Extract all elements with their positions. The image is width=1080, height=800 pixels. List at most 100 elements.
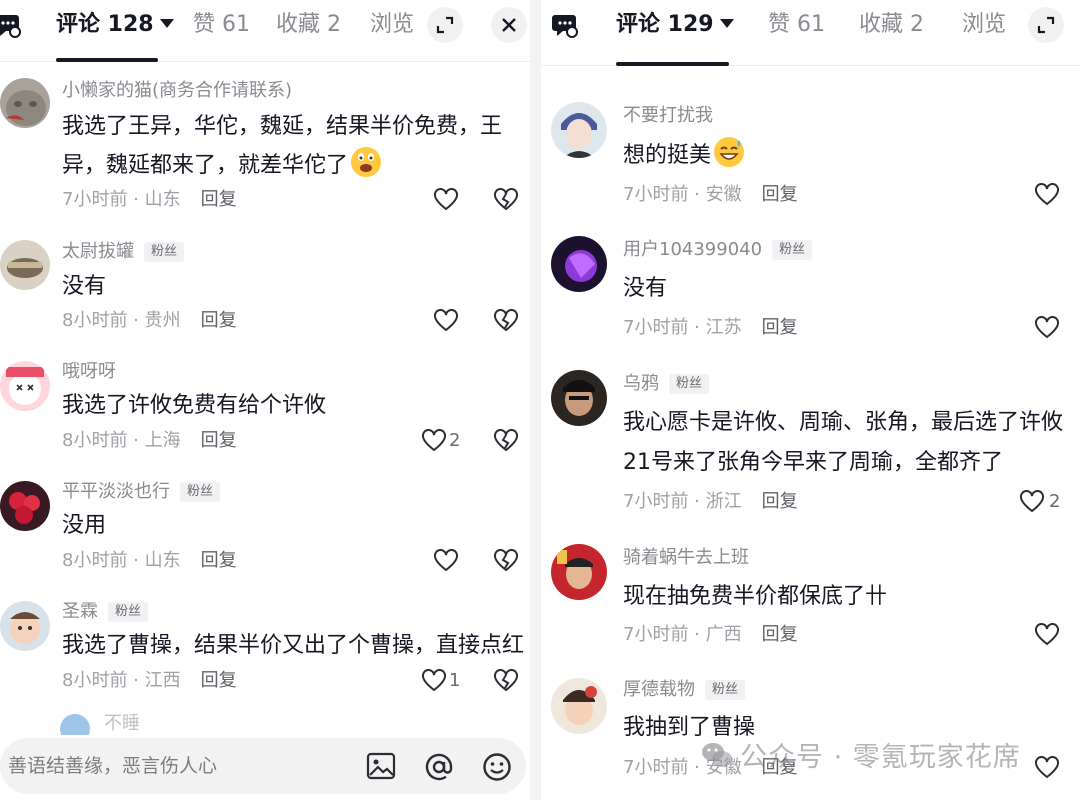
comment-meta: 8小时前 · 贵州 回复 <box>62 310 237 331</box>
comment-meta: 7小时前 · 浙江 回复 <box>623 491 798 512</box>
emoji-icon[interactable] <box>482 752 512 782</box>
fan-badge: 粉丝 <box>772 240 813 260</box>
tab-views[interactable]: 浏览 <box>370 10 414 40</box>
avatar[interactable] <box>0 481 50 531</box>
left-comment-panel: 评论 128 赞 61 收藏 2 浏览 小懒家的猫(商务合作请联系) 我选了王异… <box>0 0 530 800</box>
fan-badge: 粉丝 <box>180 482 221 502</box>
grimace-emoji-icon <box>351 147 382 177</box>
comment-input-pill <box>0 738 526 794</box>
username[interactable]: 用户104399040 粉丝 <box>623 238 813 262</box>
tab-views[interactable]: 浏览 <box>962 10 1006 40</box>
comment-text: 没有 <box>623 276 668 301</box>
caret-down-icon <box>719 18 734 28</box>
expand-icon <box>436 16 454 34</box>
username[interactable]: 厚德载物 粉丝 <box>623 678 746 702</box>
comment-text: 我心愿卡是许攸、周瑜、张角，最后选了许攸 21号来了张角今早来了周瑜，全都齐了 <box>623 410 1064 475</box>
expand-button[interactable] <box>427 7 463 43</box>
username[interactable]: 乌鸦 粉丝 <box>623 372 710 396</box>
reply-button[interactable]: 回复 <box>201 430 237 451</box>
comment-text: 想的挺美 <box>623 136 745 175</box>
chat-icon[interactable] <box>0 12 22 38</box>
heart-icon[interactable] <box>1034 183 1060 207</box>
reply-button[interactable]: 回复 <box>201 670 237 691</box>
broken-heart-icon[interactable] <box>493 188 519 212</box>
username[interactable]: 小懒家的猫(商务合作请联系) <box>62 79 292 103</box>
heart-icon[interactable] <box>433 549 459 573</box>
comment-text: 我选了曹操，结果半价又出了个曹操，直接点红 <box>62 633 525 658</box>
tab-likes[interactable]: 赞 61 <box>193 10 250 40</box>
comment-header: 评论 129 赞 61 收藏 2 浏览 <box>541 0 1080 66</box>
comment-text: 没有 <box>62 274 107 299</box>
comment-header: 评论 128 赞 61 收藏 2 浏览 <box>0 0 530 62</box>
avatar[interactable] <box>551 102 607 158</box>
reply-button[interactable]: 回复 <box>762 624 798 645</box>
caret-down-icon <box>159 18 174 28</box>
right-comment-panel: 评论 129 赞 61 收藏 2 浏览 不要打扰我 想的挺美 7小时前 · 安徽… <box>541 0 1080 800</box>
expand-icon <box>1037 16 1055 34</box>
comment-text: 我选了王异，华佗，魏延，结果半价免费，王 异，魏延都来了，就差华佗了 <box>62 114 503 178</box>
heart-icon[interactable] <box>1034 756 1060 780</box>
username[interactable]: 哦呀呀 <box>62 360 116 384</box>
avatar[interactable] <box>0 361 50 411</box>
heart-icon[interactable] <box>433 309 459 333</box>
broken-heart-icon[interactable] <box>493 309 519 333</box>
heart-icon[interactable] <box>421 429 447 453</box>
tab-favorites[interactable]: 收藏 2 <box>276 10 341 40</box>
comment-meta: 8小时前 · 江西 回复 <box>62 670 237 691</box>
heart-icon[interactable] <box>1019 490 1045 514</box>
username[interactable]: 太尉拔罐 粉丝 <box>62 240 185 264</box>
username[interactable]: 不睡 <box>104 712 140 736</box>
avatar[interactable] <box>551 544 607 600</box>
at-icon[interactable] <box>424 752 454 782</box>
reply-button[interactable]: 回复 <box>762 317 798 338</box>
active-tab-indicator <box>616 62 729 66</box>
expand-button[interactable] <box>1028 7 1064 43</box>
like-count: 2 <box>449 430 461 451</box>
close-icon <box>502 18 516 32</box>
close-button[interactable] <box>491 7 527 43</box>
like-count: 1 <box>449 670 461 691</box>
comment-input[interactable] <box>8 750 328 782</box>
broken-heart-icon[interactable] <box>493 669 519 693</box>
fan-badge: 粉丝 <box>144 242 185 262</box>
tab-comments[interactable]: 评论 128 <box>56 10 174 40</box>
avatar[interactable] <box>0 78 50 128</box>
reply-button[interactable]: 回复 <box>762 184 798 205</box>
watermark-text: 公众号 · 零氪玩家花席 <box>740 742 1021 773</box>
grin-sweat-emoji-icon <box>714 137 745 167</box>
heart-icon[interactable] <box>1034 316 1060 340</box>
image-icon[interactable] <box>366 752 396 780</box>
panel-divider <box>530 0 541 800</box>
comment-meta: 8小时前 · 上海 回复 <box>62 430 237 451</box>
tab-favorites[interactable]: 收藏 2 <box>859 10 924 40</box>
comment-input-bar <box>0 735 530 800</box>
chat-icon[interactable] <box>551 12 579 38</box>
like-count: 2 <box>1049 491 1061 512</box>
username[interactable]: 圣霖 粉丝 <box>62 600 149 624</box>
heart-icon[interactable] <box>1034 623 1060 647</box>
comment-text: 现在抽免费半价都保底了卄 <box>623 584 888 609</box>
avatar[interactable] <box>0 240 50 290</box>
comment-text: 没用 <box>62 513 107 538</box>
avatar[interactable] <box>551 236 607 292</box>
heart-icon[interactable] <box>433 188 459 212</box>
active-tab-indicator <box>56 58 158 62</box>
reply-button[interactable]: 回复 <box>201 310 237 331</box>
reply-button[interactable]: 回复 <box>201 550 237 571</box>
tab-likes[interactable]: 赞 61 <box>768 10 825 40</box>
username[interactable]: 平平淡淡也行 粉丝 <box>62 480 221 504</box>
fan-badge: 粉丝 <box>705 680 746 700</box>
reply-button[interactable]: 回复 <box>762 491 798 512</box>
broken-heart-icon[interactable] <box>493 549 519 573</box>
reply-button[interactable]: 回复 <box>201 189 237 210</box>
username[interactable]: 骑着蜗牛去上班 <box>623 546 749 570</box>
avatar[interactable] <box>0 601 50 651</box>
comment-meta: 7小时前 · 山东 回复 <box>62 189 237 210</box>
avatar[interactable] <box>551 370 607 426</box>
tab-comments[interactable]: 评论 129 <box>616 10 734 40</box>
username[interactable]: 不要打扰我 <box>623 104 713 128</box>
heart-icon[interactable] <box>421 669 447 693</box>
broken-heart-icon[interactable] <box>493 429 519 453</box>
wechat-icon <box>702 743 732 767</box>
avatar[interactable] <box>551 678 607 734</box>
